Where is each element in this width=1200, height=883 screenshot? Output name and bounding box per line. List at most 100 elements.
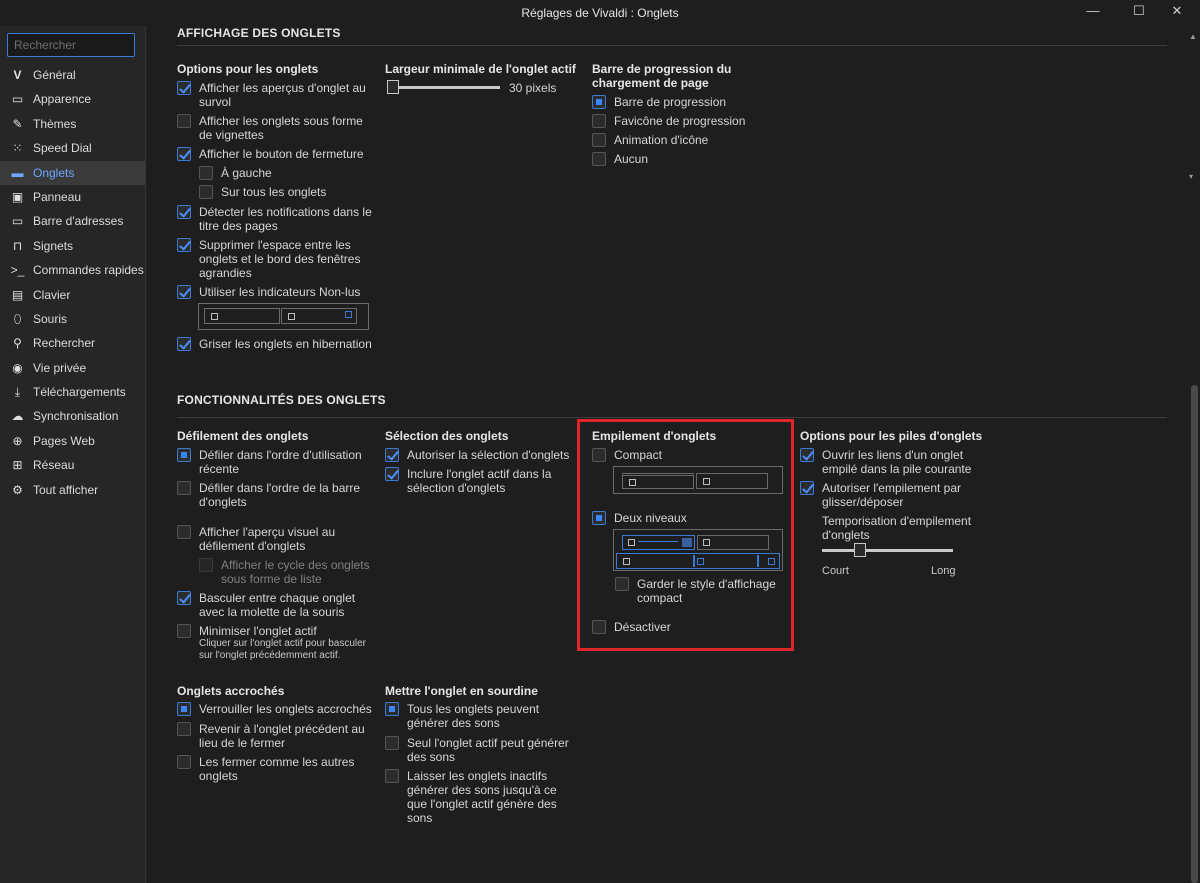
sidebar-item-tabs[interactable]: ▬ Onglets (0, 160, 146, 185)
sidebar-item-mouse[interactable]: ⬯ Souris (0, 307, 146, 331)
radio[interactable] (592, 152, 606, 166)
checkbox[interactable] (199, 166, 213, 180)
sidebar-item-label: Thèmes (33, 116, 77, 131)
option-mute-inactive-until[interactable]: Laisser les onglets inactifs générer des… (385, 769, 577, 825)
highlight-frame (577, 419, 794, 651)
sidebar-item-keyboard[interactable]: ▤ Clavier (0, 283, 146, 307)
option-mouse-wheel-switch[interactable]: Basculer entre chaque onglet avec la mol… (177, 591, 377, 619)
option-remove-spacing[interactable]: Supprimer l'espace entre les onglets et … (177, 238, 377, 280)
option-close-button[interactable]: Afficher le bouton de fermeture (177, 147, 377, 161)
radio[interactable] (177, 702, 191, 716)
option-tab-previews[interactable]: Afficher les aperçus d'onglet au survol (177, 81, 377, 109)
scrollbar-thumb[interactable] (1191, 385, 1198, 883)
option-dim-hibernated[interactable]: Griser les onglets en hibernation (177, 337, 377, 351)
radio[interactable] (592, 133, 606, 147)
checkbox[interactable] (177, 147, 191, 161)
radio[interactable] (592, 114, 606, 128)
option-allow-selection[interactable]: Autoriser la sélection d'onglets (385, 448, 575, 462)
checkbox[interactable] (385, 448, 399, 462)
option-unread-indicators[interactable]: Utiliser les indicateurs Non-lus (177, 285, 377, 299)
sidebar-item-panel[interactable]: ▣ Panneau (0, 185, 146, 209)
option-progress-animation[interactable]: Animation d'icône (592, 133, 792, 147)
radio[interactable] (177, 722, 191, 736)
checkbox[interactable] (177, 205, 191, 219)
radio[interactable] (177, 755, 191, 769)
checkbox[interactable] (177, 285, 191, 299)
min-width-slider-thumb[interactable] (387, 80, 399, 94)
option-include-active[interactable]: Inclure l'onglet actif dans la sélection… (385, 467, 575, 495)
grid-icon: ⁙ (12, 141, 23, 156)
radio[interactable] (177, 448, 191, 462)
sidebar-item-sync[interactable]: ☁ Synchronisation (0, 404, 146, 428)
checkbox[interactable] (385, 467, 399, 481)
checkbox[interactable] (177, 624, 191, 638)
panel-icon: ▣ (11, 189, 24, 204)
radio[interactable] (385, 736, 399, 750)
option-minimize-active[interactable]: Minimiser l'onglet actif (177, 624, 377, 638)
sidebar-item-quick-commands[interactable]: >_ Commandes rapides (0, 258, 146, 282)
sidebar-item-label: Souris (33, 311, 68, 326)
sidebar-item-bookmarks[interactable]: ⊓ Signets (0, 234, 146, 258)
close-button[interactable]: ✕ (1154, 0, 1200, 26)
checkbox[interactable] (177, 591, 191, 605)
radio[interactable] (177, 481, 191, 495)
option-visual-cycler[interactable]: Afficher l'aperçu visuel au défilement d… (177, 525, 377, 553)
min-width-slider-track[interactable] (387, 86, 500, 89)
option-drag-drop-stacking[interactable]: Autoriser l'empilement par glisser/dépos… (800, 481, 980, 509)
sidebar-item-label: Pages Web (33, 433, 95, 448)
option-detect-notifications[interactable]: Détecter les notifications dans le titre… (177, 205, 377, 233)
stack-delay-slider-thumb[interactable] (854, 543, 867, 557)
search-input[interactable] (7, 33, 135, 57)
option-close-all-tabs[interactable]: Sur tous les onglets (199, 185, 379, 199)
sidebar-item-label: Apparence (33, 92, 92, 107)
sidebar-item-label: Commandes rapides (33, 263, 144, 278)
sidebar-item-downloads[interactable]: ⤓ Téléchargements (0, 380, 146, 404)
sidebar-item-show-all[interactable]: ⚙ Tout afficher (0, 478, 146, 502)
option-scroll-tabbar-order[interactable]: Défiler dans l'ordre de la barre d'ongle… (177, 481, 377, 509)
checkbox[interactable] (800, 448, 814, 462)
window-icon: ▭ (11, 92, 24, 107)
checkbox[interactable] (199, 185, 213, 199)
option-scroll-recent[interactable]: Défiler dans l'ordre d'utilisation récen… (177, 448, 377, 476)
sidebar-item-themes[interactable]: ✎ Thèmes (0, 112, 146, 136)
sidebar-item-label: Barre d'adresses (33, 214, 124, 229)
option-mute-active-only[interactable]: Seul l'onglet actif peut générer des son… (385, 736, 577, 764)
checkbox[interactable] (177, 81, 191, 95)
option-progress-none[interactable]: Aucun (592, 152, 792, 166)
sidebar-item-label: Synchronisation (33, 409, 119, 424)
scroll-up-arrow-icon[interactable]: ▲ (1189, 32, 1197, 41)
radio[interactable] (385, 769, 399, 783)
sidebar-item-privacy[interactable]: ◉ Vie privée (0, 356, 146, 380)
sidebar-item-search[interactable]: ⚲ Rechercher (0, 331, 146, 355)
option-tab-thumbnails[interactable]: Afficher les onglets sous forme de vigne… (177, 114, 377, 142)
sidebar-item-speed-dial[interactable]: ⁙ Speed Dial (0, 136, 146, 160)
sidebar-item-appearance[interactable]: ▭ Apparence (0, 87, 146, 111)
option-cycler-list[interactable]: Afficher le cycle des onglets sous forme… (199, 558, 379, 586)
checkbox[interactable] (177, 525, 191, 539)
checkbox[interactable] (177, 114, 191, 128)
option-progress-favicon[interactable]: Favicône de progression (592, 114, 792, 128)
checkbox[interactable] (800, 481, 814, 495)
checkbox[interactable] (177, 238, 191, 252)
sidebar-item-address-bar[interactable]: ▭ Barre d'adresses (0, 209, 146, 233)
globe-icon: ⊕ (12, 433, 23, 448)
checkbox[interactable] (199, 558, 213, 572)
minimize-button[interactable]: — (1070, 0, 1116, 26)
option-pinned-previous[interactable]: Revenir à l'onglet précédent au lieu de … (177, 722, 377, 750)
sidebar-item-general[interactable]: V Général (0, 63, 146, 87)
sidebar-item-network[interactable]: ⊞ Réseau (0, 453, 146, 477)
option-open-links-in-stack[interactable]: Ouvrir les liens d'un onglet empilé dans… (800, 448, 980, 476)
option-progress-bar[interactable]: Barre de progression (592, 95, 792, 109)
option-lock-pinned[interactable]: Verrouiller les onglets accrochés (177, 702, 377, 716)
radio[interactable] (592, 95, 606, 109)
checkbox[interactable] (177, 337, 191, 351)
option-close-left[interactable]: À gauche (199, 166, 379, 180)
group-title-mute: Mettre l'onglet en sourdine (385, 684, 538, 698)
sidebar-item-label: Onglets (33, 165, 75, 180)
radio[interactable] (385, 702, 399, 716)
sidebar-item-webpages[interactable]: ⊕ Pages Web (0, 429, 146, 453)
section-divider (177, 45, 1167, 46)
stack-delay-slider-track[interactable] (822, 549, 953, 552)
option-mute-all-can-play[interactable]: Tous les onglets peuvent générer des son… (385, 702, 577, 730)
option-pinned-close[interactable]: Les fermer comme les autres onglets (177, 755, 377, 783)
